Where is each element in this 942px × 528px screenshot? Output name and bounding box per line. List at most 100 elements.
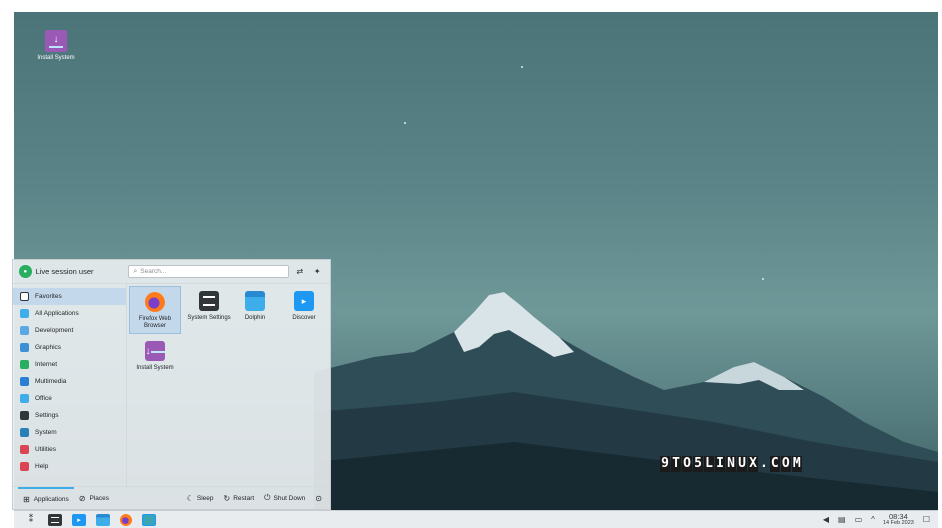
taskbar: ⁑ ▸ ◀ ▤ ▭ ^ 08:34 14 Feb 2023 ☐: [14, 510, 938, 528]
tab-applications-label: Applications: [33, 495, 69, 503]
tab-applications[interactable]: ⊞ Applications: [18, 486, 74, 510]
chevron-up-icon[interactable]: ^: [871, 515, 875, 524]
office-icon: [20, 394, 29, 403]
power-icon: ⏻: [264, 493, 271, 502]
category-settings[interactable]: Settings: [13, 407, 126, 424]
search-placeholder: Search...: [140, 268, 167, 275]
desktop-icon-label: Install System: [37, 55, 75, 61]
app-label: System Settings: [187, 315, 231, 321]
watermark-char: L: [704, 456, 714, 472]
multimedia-icon: [20, 377, 29, 386]
category-label: Internet: [35, 361, 58, 368]
category-graphics[interactable]: Graphics: [13, 339, 126, 356]
help-icon: [20, 462, 29, 471]
tab-places-label: Places: [89, 494, 109, 502]
app-discover[interactable]: ▸ Discover: [278, 286, 330, 334]
category-office[interactable]: Office: [13, 390, 126, 407]
taskbar-firefox-icon[interactable]: [120, 513, 132, 526]
applications-grid-icon: ⊞: [23, 494, 30, 504]
sleep-label: Sleep: [196, 494, 214, 502]
app-label: Dolphin: [244, 315, 266, 321]
watermark-char: 5: [693, 456, 703, 472]
app-dolphin[interactable]: Dolphin: [229, 286, 281, 334]
category-label: Development: [35, 327, 74, 334]
watermark-char: U: [737, 456, 747, 472]
category-label: Multimedia: [35, 378, 67, 385]
app-grid: Firefox Web Browser System Settings Dolp…: [127, 284, 330, 488]
category-all-applications[interactable]: All Applications: [13, 305, 126, 322]
app-system-settings[interactable]: System Settings: [183, 286, 235, 334]
avatar[interactable]: ●: [19, 265, 32, 278]
restart-button[interactable]: ↻ Restart: [224, 494, 255, 503]
clock-date: 14 Feb 2023: [882, 519, 914, 526]
watermark-char: X: [748, 456, 758, 472]
application-launcher: ● Live session user ⌕ Search... ⇄ ✦ Favo…: [12, 259, 331, 510]
moon-icon: ☾: [186, 493, 194, 503]
category-label: Office: [35, 395, 52, 402]
taskbar-dolphin-icon[interactable]: [96, 513, 110, 526]
system-tray: ◀ ▤ ▭ ^ 08:34 14 Feb 2023 ☐: [814, 512, 938, 526]
install-system-icon: ↓: [145, 341, 165, 361]
category-list: Favorites All Applications Development Grap…: [13, 284, 127, 488]
show-desktop-icon[interactable]: ☐: [923, 515, 930, 524]
category-system[interactable]: System: [13, 424, 126, 441]
watermark-char: 9: [660, 456, 670, 472]
watermark-char: N: [726, 456, 736, 472]
app-label: Discover: [292, 315, 316, 321]
launcher-header: ● Live session user ⌕ Search... ⇄ ✦: [13, 260, 330, 284]
application-launcher-button[interactable]: ⁑: [24, 514, 38, 526]
watermark: 9TO5LINUX.COM: [660, 456, 802, 472]
app-firefox[interactable]: Firefox Web Browser: [129, 286, 181, 334]
taskbar-calamares-icon[interactable]: [142, 513, 156, 526]
taskbar-discover-icon[interactable]: ▸: [72, 513, 86, 526]
category-development[interactable]: Development: [13, 322, 126, 339]
all-apps-icon: [20, 309, 29, 318]
user-name: Live session user: [35, 267, 94, 276]
watermark-char: T: [671, 456, 681, 472]
app-label: Firefox Web Browser: [138, 316, 172, 329]
shut-down-button[interactable]: ⏻ Shut Down: [264, 493, 305, 503]
sleep-button[interactable]: ☾ Sleep: [187, 494, 214, 503]
configure-icon[interactable]: ⇄: [293, 267, 307, 276]
launcher-footer: ⊞ Applications ⊘ Places ☾ Sleep ↻ Restar…: [13, 486, 330, 509]
category-label: Settings: [35, 412, 59, 419]
development-icon: [20, 326, 29, 335]
system-settings-icon: [199, 291, 219, 311]
volume-icon[interactable]: ◀: [823, 515, 829, 524]
watermark-char: .: [760, 456, 768, 471]
category-label: Help: [35, 463, 49, 470]
tab-places[interactable]: ⊘ Places: [74, 487, 114, 510]
search-icon: ⌕: [133, 267, 138, 275]
chevron-circle-icon: ⊙: [315, 493, 322, 503]
clipboard-icon[interactable]: ▤: [838, 515, 846, 524]
category-label: Graphics: [35, 344, 62, 351]
firefox-icon: [145, 292, 165, 312]
watermark-char: O: [682, 456, 692, 472]
category-internet[interactable]: Internet: [13, 356, 126, 373]
internet-icon: [20, 360, 29, 369]
clock[interactable]: 08:34 14 Feb 2023: [882, 512, 914, 526]
category-favorites[interactable]: Favorites: [13, 288, 126, 305]
pin-icon[interactable]: ✦: [310, 267, 324, 276]
favorites-icon: [20, 292, 29, 301]
category-multimedia[interactable]: Multimedia: [13, 373, 126, 390]
search-input[interactable]: ⌕ Search...: [128, 265, 289, 278]
watermark-char: I: [715, 456, 725, 472]
graphics-icon: [20, 343, 29, 352]
utilities-icon: [20, 445, 29, 454]
restart-icon: ↻: [223, 493, 231, 503]
category-utilities[interactable]: Utilities: [13, 441, 126, 458]
category-label: All Applications: [35, 310, 79, 317]
settings-icon: [20, 411, 29, 420]
taskbar-system-settings-icon[interactable]: [48, 513, 62, 526]
more-options-button[interactable]: ⊙: [315, 494, 325, 503]
watermark-char: O: [780, 456, 791, 472]
category-label: Utilities: [35, 446, 56, 453]
shut-down-label: Shut Down: [273, 494, 306, 502]
restart-label: Restart: [233, 494, 255, 502]
network-icon[interactable]: ▭: [855, 515, 863, 524]
desktop-install-system-shortcut[interactable]: ↓ Install System: [32, 30, 80, 61]
app-install-system[interactable]: ↓ Install System: [129, 336, 181, 384]
category-label: Favorites: [35, 293, 62, 300]
category-help[interactable]: Help: [13, 458, 126, 475]
